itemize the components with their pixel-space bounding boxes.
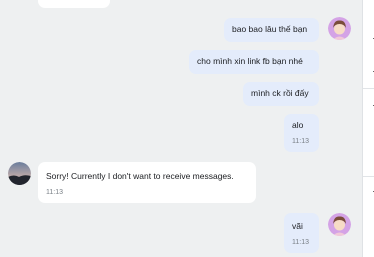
message-bubble-incoming[interactable]: Sorry! Currently I don't want to receive… (38, 162, 256, 203)
divider (363, 176, 374, 177)
message-bubble-outgoing[interactable]: alo 11:13 (284, 114, 319, 152)
message-bubble-outgoing[interactable]: bao bao lâu thế bạn (224, 18, 319, 42)
user-avatar-icon[interactable] (328, 17, 351, 40)
chat-message-list[interactable]: bao bao lâu thế bạn cho mình xin link fb… (0, 0, 362, 257)
message-text: alo (292, 120, 304, 130)
message-text: Sorry! Currently I don't want to receive… (46, 171, 234, 181)
message-bubble-outgoing[interactable]: vãi 11:13 (284, 213, 319, 253)
message-text: vãi (292, 221, 303, 231)
message-text: bao bao lâu thế bạn (232, 24, 308, 34)
message-text: mình ck rồi đấy (251, 88, 309, 98)
message-text: cho mình xin link fb bạn nhé (197, 56, 303, 66)
message-bubble-outgoing[interactable]: mình ck rồi đấy (243, 82, 319, 106)
previous-message-bubble (38, 0, 110, 8)
message-bubble-outgoing[interactable]: cho mình xin link fb bạn nhé (189, 50, 319, 74)
message-timestamp: 11:13 (46, 189, 63, 196)
contact-avatar-icon[interactable] (8, 162, 31, 185)
message-timestamp: 11:13 (292, 138, 309, 145)
user-avatar-icon[interactable] (328, 213, 351, 236)
divider (363, 88, 374, 89)
side-panel: · · · · (362, 0, 374, 257)
message-timestamp: 11:13 (292, 239, 309, 246)
